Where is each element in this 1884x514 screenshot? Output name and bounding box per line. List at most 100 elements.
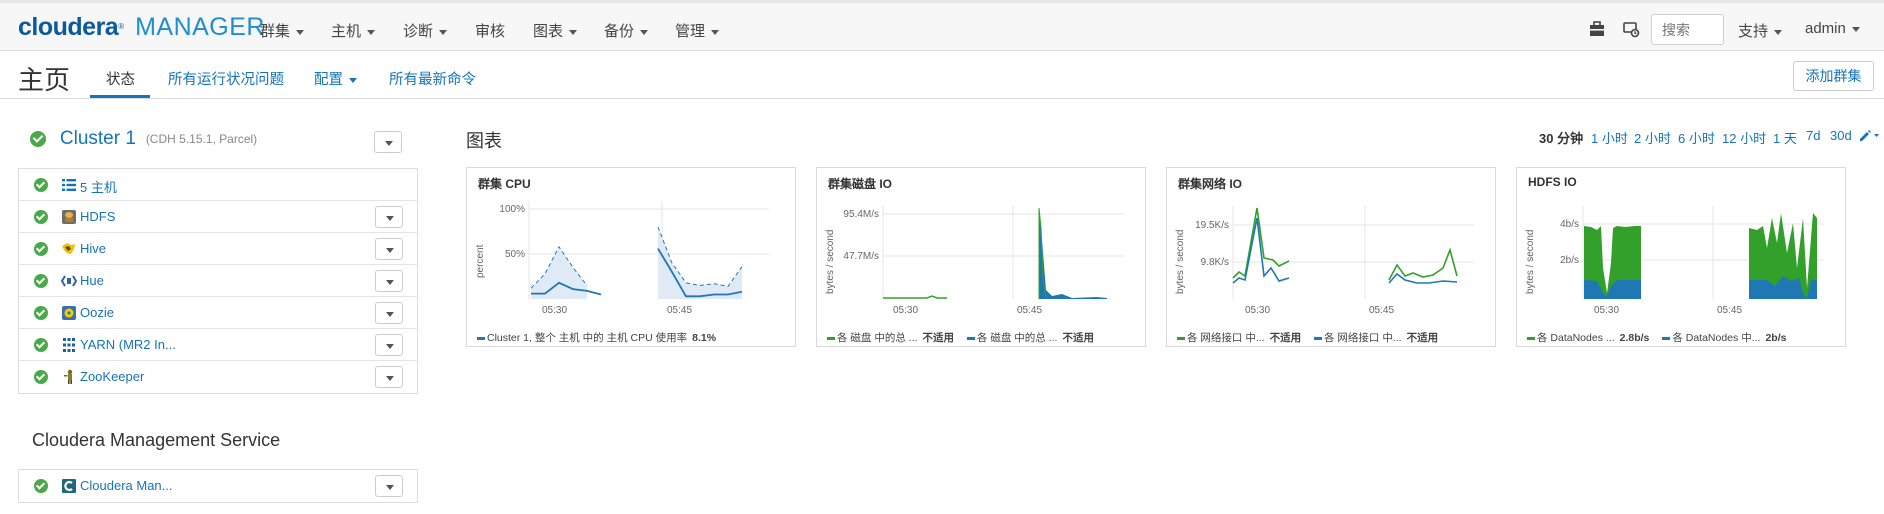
legend-value: 不适用: [1406, 332, 1439, 344]
nav-backup-menu[interactable]: 备份: [604, 20, 649, 41]
nav-label: 管理: [675, 23, 706, 40]
legend-value: 8.1%: [692, 332, 717, 344]
service-link-hive[interactable]: Hive: [80, 241, 106, 256]
tab-all-health-issues[interactable]: 所有运行状况问题: [168, 68, 284, 89]
y-tick-label: 19.5K/s: [1195, 220, 1229, 231]
x-tick-label: 05:45: [1017, 305, 1042, 316]
chart-legend: Cluster 1, 整个 主机 中的 主机 CPU 使用率 8.1%: [477, 330, 726, 345]
service-link-hosts[interactable]: 5 主机: [80, 177, 117, 196]
time-range-30d[interactable]: 30d: [1830, 128, 1852, 143]
service-actions-dropdown[interactable]: [375, 366, 403, 388]
yarn-icon: [63, 338, 75, 352]
time-range-12h[interactable]: 12 小时: [1722, 128, 1766, 147]
health-good-icon: [34, 479, 48, 493]
tab-configuration[interactable]: 配置: [314, 68, 357, 89]
legend-swatch: [1662, 336, 1671, 340]
hosts-icon: [62, 179, 76, 191]
y-tick-label: 9.8K/s: [1201, 257, 1229, 268]
time-range-2h[interactable]: 2 小时: [1634, 128, 1671, 147]
time-range-1d[interactable]: 1 天: [1773, 128, 1797, 147]
tab-status[interactable]: 状态: [106, 68, 135, 89]
legend-swatch: [1314, 336, 1323, 340]
health-good-icon: [34, 242, 48, 256]
y-tick-label: 2b/s: [1560, 255, 1579, 266]
y-axis-label: bytes / second: [1525, 230, 1536, 294]
parcel-icon[interactable]: [1588, 20, 1606, 38]
nav-audits-link[interactable]: 审核: [475, 20, 505, 41]
series-area-blue: [1039, 208, 1107, 299]
x-tick-label: 05:30: [893, 305, 918, 316]
service-row-hive: Hive: [19, 233, 417, 265]
service-actions-dropdown[interactable]: [375, 302, 403, 324]
health-good-icon: [34, 178, 48, 192]
service-actions-dropdown[interactable]: [375, 270, 403, 292]
service-actions-dropdown[interactable]: [375, 206, 403, 228]
oozie-icon: [62, 306, 76, 320]
chart-cluster-network-io[interactable]: 群集网络 IO 19.5K/s 9.8K/s 05:30 05:45 bytes…: [1166, 167, 1496, 347]
add-cluster-button[interactable]: 添加群集: [1793, 61, 1874, 91]
cluster-version: (CDH 5.15.1, Parcel): [145, 132, 258, 146]
management-service-list: Cloudera Man...: [18, 469, 418, 503]
legend-value: 不适用: [922, 332, 955, 344]
service-link-cloudera-manager[interactable]: Cloudera Man...: [80, 478, 173, 493]
service-actions-dropdown[interactable]: [375, 475, 403, 497]
time-range-30m[interactable]: 30 分钟: [1539, 128, 1583, 147]
service-link-zookeeper[interactable]: ZooKeeper: [80, 369, 144, 384]
time-range-6h[interactable]: 6 小时: [1678, 128, 1715, 147]
search-input[interactable]: [1651, 14, 1724, 45]
edit-pencil-icon[interactable]: [1858, 128, 1880, 142]
chevron-down-icon: [349, 77, 357, 83]
service-actions-dropdown[interactable]: [375, 334, 403, 356]
nav-charts-menu[interactable]: 图表: [533, 20, 578, 41]
cluster-actions-dropdown[interactable]: [374, 131, 402, 153]
nav-diagnostics-menu[interactable]: 诊断: [403, 20, 448, 41]
cluster-name-link[interactable]: Cluster 1: [60, 128, 136, 149]
nav-clusters-menu[interactable]: 群集: [260, 20, 305, 41]
y-tick-label: 95.4M/s: [843, 209, 879, 220]
chart-cluster-cpu[interactable]: 群集 CPU 100% 50% 05:30 05:45 percent Clus…: [466, 167, 796, 347]
cloudera-manager-logo[interactable]: cloudera® MANAGER: [18, 12, 265, 42]
legend-swatch: [1527, 336, 1535, 340]
time-range-7d[interactable]: 7d: [1806, 128, 1820, 143]
hive-icon: [62, 243, 75, 254]
service-row-yarn: YARN (MR2 In...: [19, 329, 417, 361]
chart-legend: 各 DataNodes ... 2.8b/s 各 DataNodes 中... 2b…: [1527, 330, 1796, 345]
service-link-hdfs[interactable]: HDFS: [80, 209, 115, 224]
service-actions-dropdown[interactable]: [375, 238, 403, 260]
tab-all-recent-commands[interactable]: 所有最新命令: [389, 68, 476, 89]
y-axis-label: bytes / second: [1175, 230, 1186, 294]
zookeeper-icon: [64, 369, 73, 384]
time-range-1h[interactable]: 1 小时: [1591, 128, 1628, 147]
nav-administration-menu[interactable]: 管理: [675, 20, 720, 41]
cpu-range-area: [658, 227, 742, 299]
y-tick-label: 47.7M/s: [843, 251, 879, 262]
legend-label: 各 网络接口 中...: [1324, 332, 1402, 344]
y-axis-label: bytes / second: [825, 230, 836, 294]
nav-label: 诊断: [403, 23, 434, 40]
user-menu[interactable]: admin: [1805, 20, 1860, 37]
y-axis-label: percent: [475, 244, 486, 278]
hue-icon: [61, 275, 77, 287]
legend-value: 2.8b/s: [1619, 332, 1650, 344]
legend-swatch: [477, 336, 485, 340]
service-link-hue[interactable]: Hue: [80, 273, 104, 288]
health-good-icon: [34, 338, 48, 352]
service-link-oozie[interactable]: Oozie: [80, 305, 114, 320]
health-good-icon: [34, 370, 48, 384]
chevron-down-icon: [640, 29, 649, 35]
legend-label: Cluster 1, 整个 主机 中的 主机 CPU 使用率: [487, 332, 688, 344]
chart-hdfs-io[interactable]: HDFS IO 4b/s 2b/s 05:30 05:45 bytes / se…: [1516, 167, 1846, 347]
health-good-icon: [30, 131, 46, 147]
chevron-down-icon: [711, 29, 720, 35]
chart-cluster-disk-io[interactable]: 群集磁盘 IO 95.4M/s 47.7M/s 05:30 05:45 byte…: [816, 167, 1146, 347]
nav-hosts-menu[interactable]: 主机: [331, 20, 376, 41]
legend-label: 各 DataNodes ...: [1537, 332, 1615, 344]
support-menu[interactable]: 支持: [1738, 20, 1783, 41]
service-link-yarn[interactable]: YARN (MR2 In...: [80, 337, 176, 352]
legend-value: 不适用: [1269, 332, 1302, 344]
service-row-zookeeper: ZooKeeper: [19, 361, 417, 393]
legend-swatch: [1177, 336, 1185, 340]
hdfs-icon: [62, 210, 76, 224]
top-navbar: cloudera® MANAGER 群集 主机 诊断 审核 图表 备份 管理 支…: [0, 0, 1884, 51]
running-commands-icon[interactable]: [1622, 20, 1640, 38]
